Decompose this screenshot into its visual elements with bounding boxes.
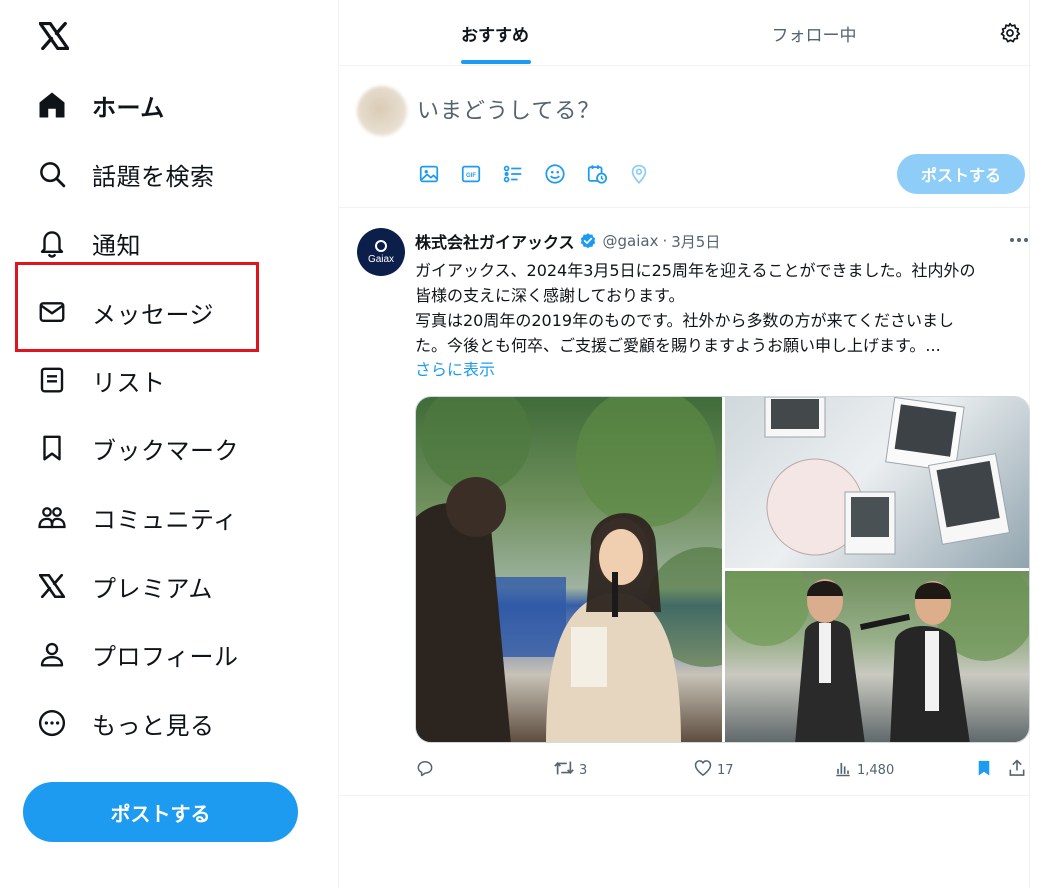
nav-premium[interactable]: プレミアム: [36, 564, 213, 608]
reply-icon: [415, 758, 435, 782]
photo-two-speakers[interactable]: [725, 571, 1029, 742]
nav-bookmarks[interactable]: ブックマーク: [36, 426, 239, 470]
nav-explore[interactable]: 話題を検索: [36, 152, 215, 196]
gaiax-logo-icon: [375, 239, 387, 252]
tweet-actions: 3 17 1,480: [415, 758, 1031, 782]
person-icon: [36, 638, 68, 670]
main-timeline: おすすめ フォロー中 いまどうしてる？ GIF ポストする Gaiax 株式会社…: [338, 0, 1031, 888]
bookmark-button[interactable]: [975, 758, 993, 782]
photo-speaker-woman[interactable]: [416, 397, 722, 742]
sidebar: ホーム 話題を検索 通知 メッセージ リスト ブックマーク コミュニティ プレミ…: [0, 0, 338, 888]
nav-premium-label: プレミアム: [92, 574, 213, 603]
list-icon: [36, 364, 68, 396]
tweet-text-line: 皆様の支えに深く感謝しております。: [415, 286, 685, 305]
nav-lists[interactable]: リスト: [36, 358, 166, 402]
gear-icon[interactable]: [997, 20, 1023, 46]
nav-profile[interactable]: プロフィール: [36, 632, 239, 676]
analytics-icon: [833, 758, 853, 782]
tweet-text: ガイアックス、2024年3月5日に25周年を迎えることができました。社内外の 皆…: [415, 258, 1031, 358]
show-more-link[interactable]: さらに表示: [415, 356, 495, 380]
nav-more[interactable]: もっと見る: [36, 701, 215, 745]
nav-notifications-label: 通知: [92, 231, 141, 260]
user-avatar[interactable]: [357, 86, 407, 136]
media-grid: [415, 396, 1030, 743]
heart-icon: [693, 758, 713, 782]
tab-for-you[interactable]: おすすめ: [339, 0, 651, 66]
search-icon: [36, 158, 68, 190]
author-handle[interactable]: @gaiax: [603, 232, 659, 250]
nav-communities[interactable]: コミュニティ: [36, 495, 238, 539]
header-separator: ·: [662, 232, 668, 250]
nav-bookmarks-label: ブックマーク: [92, 436, 239, 465]
nav-profile-label: プロフィール: [92, 642, 239, 671]
more-circle-icon: [36, 707, 68, 739]
compose-post-button[interactable]: ポストする: [897, 154, 1025, 194]
tweet-header: 株式会社ガイアックス @gaiax · 3月5日: [415, 230, 720, 252]
timeline-tabs: おすすめ フォロー中: [339, 0, 1031, 66]
composer: いまどうしてる？ GIF ポストする: [339, 66, 1031, 208]
more-options-icon[interactable]: [1007, 232, 1031, 248]
people-icon: [36, 501, 68, 533]
share-icon: [1007, 758, 1027, 782]
nav-home-label: ホーム: [92, 93, 165, 122]
nav-notifications[interactable]: 通知: [36, 221, 141, 265]
tweet[interactable]: Gaiax 株式会社ガイアックス @gaiax · 3月5日 ガイアックス、20…: [339, 210, 1031, 796]
compose-input[interactable]: いまどうしてる？: [417, 92, 937, 126]
gif-icon[interactable]: GIF: [459, 162, 483, 186]
repost-count: 3: [579, 762, 588, 778]
bookmark-icon: [36, 432, 68, 464]
nav-home[interactable]: ホーム: [36, 83, 165, 127]
nav-more-label: もっと見る: [92, 711, 215, 740]
home-icon: [36, 89, 68, 121]
reply-button[interactable]: [415, 758, 439, 782]
verified-badge-icon: [579, 232, 597, 250]
repost-icon: [553, 758, 575, 782]
tweet-date[interactable]: 3月5日: [671, 231, 720, 252]
nav-communities-label: コミュニティ: [92, 505, 238, 534]
poll-icon[interactable]: [501, 162, 525, 186]
active-tab-indicator: [461, 60, 531, 64]
nav-lists-label: リスト: [92, 368, 166, 397]
author-name[interactable]: 株式会社ガイアックス: [415, 229, 575, 253]
emoji-icon[interactable]: [543, 162, 567, 186]
repost-button[interactable]: 3: [553, 758, 587, 782]
view-count: 1,480: [857, 762, 895, 778]
tweet-text-line: ガイアックス、2024年3月5日に25周年を迎えることができました。社内外の: [415, 261, 976, 280]
bookmark-filled-icon: [975, 758, 993, 782]
x-logo[interactable]: [36, 18, 72, 54]
author-avatar[interactable]: Gaiax: [357, 228, 405, 276]
messages-highlight-box: [15, 262, 259, 352]
post-button[interactable]: ポストする: [23, 782, 298, 842]
nav-explore-label: 話題を検索: [92, 162, 215, 191]
like-count: 17: [717, 762, 734, 778]
tweet-text-line: た。今後とも何卒、ご支援ご愛顧を賜りますようお願い申し上げます。...: [415, 336, 941, 355]
svg-text:GIF: GIF: [466, 173, 476, 179]
avatar-brand-text: Gaiax: [367, 253, 395, 265]
share-button[interactable]: [1007, 758, 1027, 782]
bell-icon: [36, 227, 68, 259]
like-button[interactable]: 17: [693, 758, 734, 782]
photo-polaroid-display[interactable]: [725, 397, 1029, 568]
image-icon[interactable]: [417, 162, 441, 186]
views-button[interactable]: 1,480: [833, 758, 894, 782]
schedule-icon[interactable]: [585, 162, 609, 186]
tweet-text-line: 写真は20周年の2019年のものです。社外から多数の方が来てくださいまし: [415, 311, 954, 330]
tab-following[interactable]: フォロー中: [659, 0, 969, 66]
location-icon[interactable]: [627, 162, 651, 186]
x-logo-icon: [36, 570, 68, 602]
